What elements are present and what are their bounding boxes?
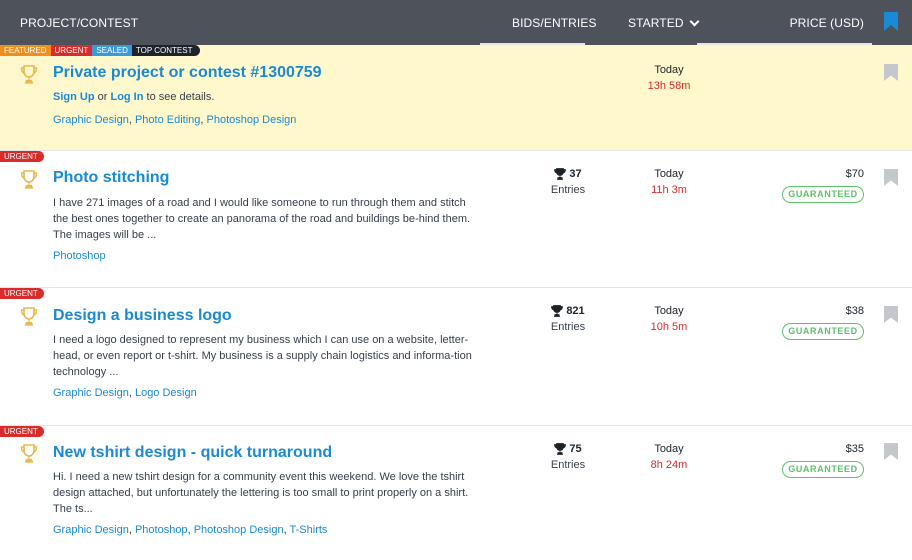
login-or-text: or	[97, 91, 108, 103]
skill-list: Graphic Design, Photo Editing, Photoshop…	[53, 114, 297, 126]
project-description: I have 271 images of a road and I would …	[53, 197, 471, 241]
time-left: 13h 58m	[647, 80, 691, 92]
table-row[interactable]: URGENT Design a business logo I need a l…	[0, 288, 912, 426]
started-column-label: STARTED	[628, 16, 684, 30]
started-column-header[interactable]: STARTED	[628, 16, 700, 30]
skill-link[interactable]: Graphic Design	[53, 524, 129, 536]
trophy-small-icon	[554, 443, 567, 455]
started-day: Today	[654, 443, 684, 455]
table-row[interactable]: URGENT Photo stitching I have 271 images…	[0, 151, 912, 288]
trophy-small-icon	[551, 305, 564, 317]
sign-up-link[interactable]: Sign Up	[53, 91, 95, 103]
table-row[interactable]: URGENT New tshirt design - quick turnaro…	[0, 426, 912, 560]
entries-number: 37	[569, 168, 582, 180]
guaranteed-badge: GUARANTEED	[782, 186, 864, 203]
skill-list: Photoshop	[53, 250, 106, 262]
bookmark-icon[interactable]	[883, 169, 899, 187]
urgent-badge: URGENT	[50, 45, 93, 56]
tag-list: URGENT	[0, 151, 44, 162]
table-header: PROJECT/CONTEST BIDS/ENTRIES STARTED PRI…	[0, 0, 912, 45]
project-description: I need a logo designed to represent my b…	[53, 334, 472, 378]
started-cell: Today 8h 24m	[634, 443, 704, 471]
entries-count: 37	[536, 168, 600, 180]
entries-cell: 821 Entries	[536, 305, 600, 333]
bookmark-icon[interactable]	[883, 306, 899, 324]
bookmark-icon[interactable]	[883, 64, 899, 82]
guaranteed-badge: GUARANTEED	[782, 323, 864, 340]
chevron-down-icon	[689, 16, 700, 26]
entries-number: 75	[569, 443, 582, 455]
started-day: Today	[654, 168, 684, 180]
time-left: 10h 5m	[650, 321, 688, 333]
entries-label: Entries	[550, 321, 586, 333]
skill-link[interactable]: Graphic Design	[53, 114, 129, 126]
bookmark-icon[interactable]	[883, 443, 899, 461]
sealed-badge: SEALED	[92, 45, 132, 56]
skill-link[interactable]: Graphic Design	[53, 387, 129, 399]
time-left: 11h 3m	[651, 184, 687, 196]
started-cell: Today 10h 5m	[634, 305, 704, 333]
price-column-header[interactable]: PRICE (USD)	[790, 16, 864, 30]
project-description: Hi. I need a new tshirt design for a com…	[53, 471, 469, 515]
entries-cell: 75 Entries	[536, 443, 600, 471]
entries-count: 75	[536, 443, 600, 455]
skill-link[interactable]: Photoshop Design	[194, 524, 284, 536]
featured-badge: FEATURED	[0, 45, 51, 56]
skill-link[interactable]: Photoshop	[135, 524, 188, 536]
skill-link[interactable]: Photo Editing	[135, 114, 200, 126]
skill-link[interactable]: Logo Design	[135, 387, 197, 399]
urgent-badge: URGENT	[0, 151, 44, 162]
skill-link[interactable]: Photoshop	[53, 250, 106, 262]
tag-list: URGENT	[0, 426, 44, 437]
entries-number: 821	[566, 305, 585, 317]
started-cell: Today 13h 58m	[634, 64, 704, 92]
project-title-link[interactable]: Photo stitching	[53, 169, 169, 187]
trophy-icon	[20, 170, 38, 189]
price-value: $35	[845, 443, 864, 455]
price-value: $38	[845, 305, 864, 317]
bookmark-icon[interactable]	[883, 12, 899, 32]
trophy-icon	[20, 65, 38, 84]
project-column-header[interactable]: PROJECT/CONTEST	[20, 16, 138, 30]
price-value: $70	[845, 168, 864, 180]
login-prompt: Sign Up or Log In to see details.	[53, 91, 214, 103]
project-title-link[interactable]: Design a business logo	[53, 307, 232, 325]
guaranteed-badge: GUARANTEED	[782, 461, 864, 478]
entries-count: 821	[536, 305, 600, 317]
tag-list: FEATURED URGENT SEALED TOP CONTEST	[0, 45, 200, 56]
started-cell: Today 11h 3m	[634, 168, 704, 196]
login-suffix-text: to see details.	[146, 91, 215, 103]
project-title-link[interactable]: New tshirt design - quick turnaround	[53, 444, 332, 462]
project-title-link[interactable]: Private project or contest #1300759	[53, 64, 322, 82]
trophy-icon	[20, 444, 38, 463]
started-day: Today	[654, 64, 684, 76]
bids-column-header[interactable]: BIDS/ENTRIES	[512, 16, 597, 30]
skill-link[interactable]: T-Shirts	[290, 524, 328, 536]
log-in-link[interactable]: Log In	[110, 91, 143, 103]
skill-link[interactable]: Photoshop Design	[207, 114, 297, 126]
entries-cell: 37 Entries	[536, 168, 600, 196]
top-contest-badge: TOP CONTEST	[131, 45, 200, 56]
tag-list: URGENT	[0, 288, 44, 299]
skill-list: Graphic Design, Logo Design	[53, 387, 197, 399]
urgent-badge: URGENT	[0, 426, 44, 437]
entries-label: Entries	[550, 184, 586, 196]
trophy-small-icon	[554, 168, 567, 180]
time-left: 8h 24m	[650, 459, 688, 471]
started-day: Today	[654, 305, 684, 317]
trophy-icon	[20, 307, 38, 326]
entries-label: Entries	[550, 459, 586, 471]
skill-list: Graphic Design, Photoshop, Photoshop Des…	[53, 524, 328, 536]
urgent-badge: URGENT	[0, 288, 44, 299]
table-row[interactable]: FEATURED URGENT SEALED TOP CONTEST Priva…	[0, 45, 912, 151]
